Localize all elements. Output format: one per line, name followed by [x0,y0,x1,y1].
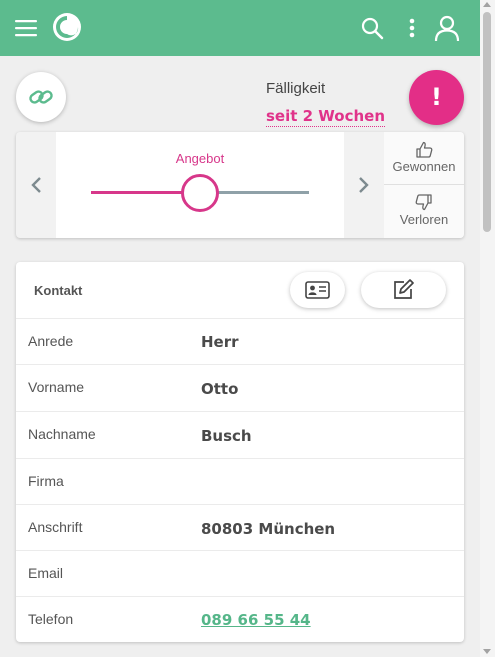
edit-contact-button[interactable] [361,272,446,308]
alert-button[interactable]: ! [409,70,464,125]
scroll-up-arrow-icon[interactable] [483,2,491,7]
field-label: Anrede [28,333,74,349]
contact-title: Kontakt [34,283,83,298]
field-value: Otto [201,380,239,398]
phone-link[interactable]: 089 66 55 44 [201,611,311,629]
field-label: Telefon [28,611,74,627]
next-stage-button[interactable] [344,132,384,238]
lost-label: Verloren [399,212,449,227]
vcard-button[interactable] [290,272,345,308]
contact-row-anschrift: Anschrift 80803 München [16,504,464,550]
contact-row-telefon: Telefon 089 66 55 44 [16,596,464,642]
contact-row-vorname: Vorname Otto [16,364,464,411]
stage-slider-knob[interactable] [181,174,219,212]
field-label: Firma [28,473,64,489]
contact-row-nachname: Nachname Busch [16,411,464,458]
chevron-left-icon [31,177,41,193]
user-icon[interactable] [433,14,461,42]
won-button[interactable]: Gewonnen [384,132,464,185]
won-label: Gewonnen [392,159,456,174]
contact-card-icon [305,281,330,299]
previous-stage-button[interactable] [16,132,56,238]
hamburger-menu-icon[interactable] [14,17,38,39]
field-label: Anschrift [28,519,83,535]
scroll-down-arrow-icon[interactable] [483,649,491,654]
contact-card: Kontakt Anrede Herr Vorname Otto Nachnam… [16,262,464,642]
field-label: Email [28,565,64,581]
due-date-value[interactable]: seit 2 Wochen [266,107,386,127]
link-button[interactable] [16,72,66,122]
contact-row-email: Email [16,550,464,596]
deal-stage-card: Angebot Gewonnen Verloren [16,132,464,238]
app-bar [0,0,480,56]
thumbs-up-icon [416,141,433,158]
chevron-right-icon [359,177,369,193]
field-value: Busch [201,427,252,445]
search-icon[interactable] [360,16,384,40]
field-value: Herr [201,333,239,351]
contact-row-anrede: Anrede Herr [16,318,464,364]
link-icon [29,90,53,104]
thumbs-down-icon [415,194,432,211]
field-value: 80803 München [201,520,336,538]
scroll-thumb[interactable] [483,12,491,232]
more-vertical-icon[interactable] [402,16,422,40]
page-scrollbar[interactable] [480,0,495,657]
contact-row-firma: Firma [16,458,464,504]
lost-button[interactable]: Verloren [384,185,464,238]
due-date-label: Fälligkeit [266,80,326,97]
stage-label: Angebot [175,151,225,166]
field-label: Vorname [28,379,85,395]
edit-icon [394,279,414,299]
stage-slider-panel: Angebot [56,132,344,238]
app-logo[interactable] [52,12,82,42]
field-label: Nachname [28,426,96,442]
